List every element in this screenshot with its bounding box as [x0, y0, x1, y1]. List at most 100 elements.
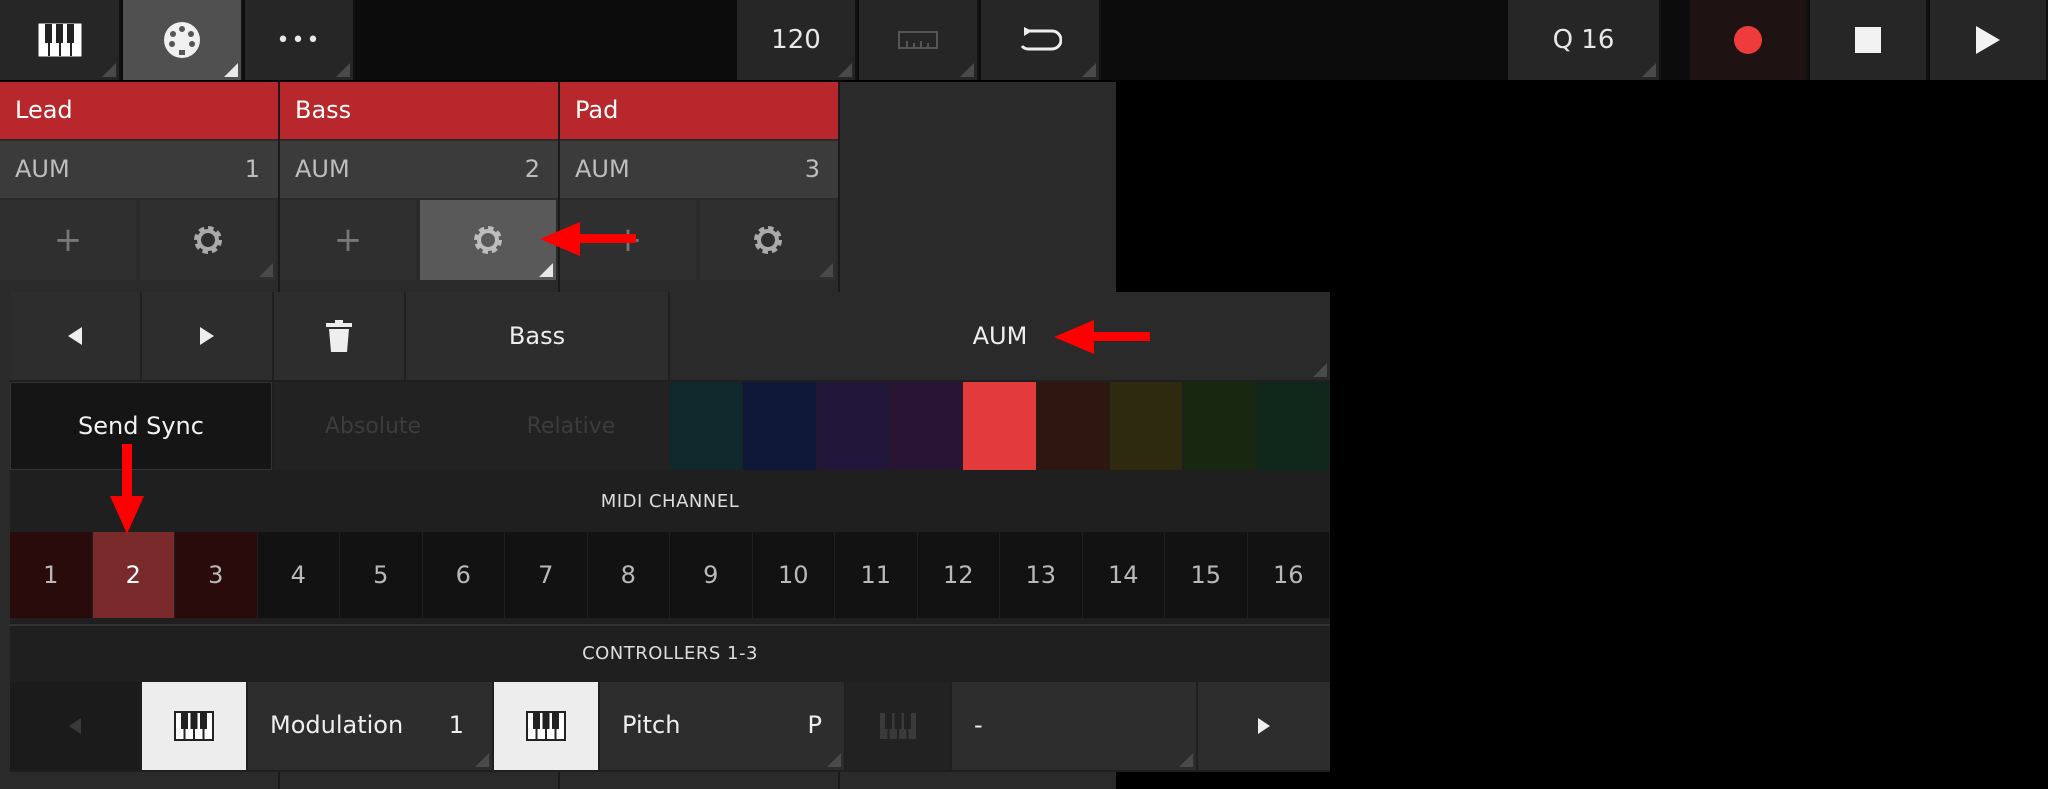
midi-channel-button[interactable]: 10 [752, 532, 834, 618]
controller-value: 1 [448, 711, 464, 739]
controller-1-keyboard-toggle[interactable] [142, 682, 246, 770]
track-name[interactable]: Bass [280, 82, 558, 139]
track-name-field[interactable]: Bass [406, 292, 668, 380]
track-name[interactable]: Pad [560, 82, 838, 139]
absolute-option[interactable]: Absolute [274, 382, 472, 470]
midi-channel-button[interactable]: 6 [422, 532, 504, 618]
color-swatch[interactable] [1036, 382, 1109, 470]
play-button[interactable] [1930, 0, 2048, 80]
track-channel: 3 [804, 155, 820, 183]
color-swatch[interactable] [1183, 382, 1256, 470]
next-track-button[interactable] [142, 292, 272, 380]
loop-icon [1020, 27, 1062, 51]
controller-2-keyboard-toggle[interactable] [494, 682, 598, 770]
controller-name: Pitch [622, 711, 681, 739]
midi-channel-button[interactable]: 9 [670, 532, 752, 618]
color-swatch[interactable] [890, 382, 963, 470]
track-settings-button[interactable] [420, 200, 556, 280]
record-icon [1734, 26, 1762, 54]
triangle-left-icon [68, 327, 82, 345]
midi-channel-button[interactable]: 5 [340, 532, 422, 618]
track-device-label: AUM [575, 155, 630, 183]
controller-1[interactable]: Modulation 1 [248, 682, 492, 770]
midi-channel-button[interactable]: 13 [1000, 532, 1082, 618]
piano-keys-icon [878, 711, 918, 741]
controller-3-keyboard-toggle[interactable] [846, 682, 950, 770]
track-settings-panel: Bass AUM Send Sync Absolute Relative MID… [10, 292, 1330, 772]
track-channel: 2 [524, 155, 540, 183]
color-swatch-selected[interactable] [963, 382, 1036, 470]
piano-keys-icon [38, 23, 81, 57]
top-toolbar: ••• 120 Q 16 [0, 0, 2048, 80]
color-swatch[interactable] [670, 382, 743, 470]
midi-channel-button[interactable]: 1 [10, 532, 92, 618]
controller-2[interactable]: Pitch P [600, 682, 844, 770]
track-bass: Bass AUM 2 + [280, 82, 558, 282]
track-settings-button[interactable] [140, 200, 276, 280]
delete-track-button[interactable] [274, 292, 404, 380]
keyboard-button[interactable] [0, 0, 121, 80]
gear-icon [754, 226, 782, 254]
midi-channel-button[interactable]: 8 [587, 532, 669, 618]
triangle-left-icon [69, 718, 81, 734]
color-swatch[interactable] [816, 382, 889, 470]
midi-din-icon [164, 22, 200, 58]
play-icon [1976, 26, 2000, 54]
midi-channel-button[interactable]: 4 [257, 532, 339, 618]
track-name[interactable]: Lead [0, 82, 278, 139]
tempo-button[interactable]: 120 [737, 0, 857, 80]
previous-track-button[interactable] [10, 292, 140, 380]
relative-option[interactable]: Relative [472, 382, 670, 470]
piano-keys-icon [174, 711, 214, 741]
controller-value: P [807, 711, 822, 739]
controllers-prev-button[interactable] [10, 682, 140, 770]
piano-keys-icon [526, 711, 566, 741]
track-device[interactable]: AUM 3 [560, 141, 838, 198]
stop-button[interactable] [1810, 0, 1928, 80]
controller-name: - [974, 711, 983, 739]
color-swatch[interactable] [1256, 382, 1329, 470]
midi-channel-label: MIDI CHANNEL [600, 490, 740, 512]
track-lead: Lead AUM 1 + [0, 82, 278, 282]
triangle-right-icon [1258, 718, 1270, 734]
controllers-next-button[interactable] [1198, 682, 1330, 770]
add-button[interactable]: + [0, 200, 136, 280]
track-settings-button[interactable] [700, 200, 836, 280]
gear-icon [474, 226, 502, 254]
midi-channel-button[interactable]: 12 [917, 532, 999, 618]
triangle-right-icon [200, 327, 214, 345]
metronome-button[interactable] [859, 0, 979, 80]
color-swatch[interactable] [743, 382, 816, 470]
track-channel: 1 [244, 155, 260, 183]
add-button[interactable]: + [280, 200, 416, 280]
track-device[interactable]: AUM 2 [280, 141, 558, 198]
record-button[interactable] [1690, 0, 1808, 80]
track-device-label: AUM [15, 155, 70, 183]
midi-channel-button[interactable]: 7 [505, 532, 587, 618]
device-name: AUM [972, 322, 1028, 350]
stop-icon [1855, 27, 1881, 53]
annotation-arrow [540, 222, 636, 256]
loop-button[interactable] [981, 0, 1101, 80]
track-device-label: AUM [295, 155, 350, 183]
device-selector[interactable]: AUM [670, 292, 1330, 380]
gear-icon [194, 226, 222, 254]
trash-icon [326, 320, 352, 352]
controller-3[interactable]: - [952, 682, 1196, 770]
midi-channel-button[interactable]: 3 [175, 532, 257, 618]
midi-channel-button[interactable]: 2 [92, 532, 174, 618]
midi-channel-button[interactable]: 16 [1247, 532, 1329, 618]
midi-channel-button[interactable]: 11 [835, 532, 917, 618]
color-swatch[interactable] [1110, 382, 1183, 470]
track-device[interactable]: AUM 1 [0, 141, 278, 198]
ruler-icon [898, 31, 938, 49]
midi-button[interactable] [123, 0, 243, 80]
controller-name: Modulation [270, 711, 404, 739]
midi-channel-button[interactable]: 15 [1165, 532, 1247, 618]
more-button[interactable]: ••• [245, 0, 355, 80]
annotation-arrow [110, 444, 144, 534]
controllers-label: CONTROLLERS 1-3 [10, 624, 1330, 680]
quantize-button[interactable]: Q 16 [1508, 0, 1661, 80]
midi-channel-button[interactable]: 14 [1082, 532, 1164, 618]
annotation-arrow [1054, 320, 1150, 354]
